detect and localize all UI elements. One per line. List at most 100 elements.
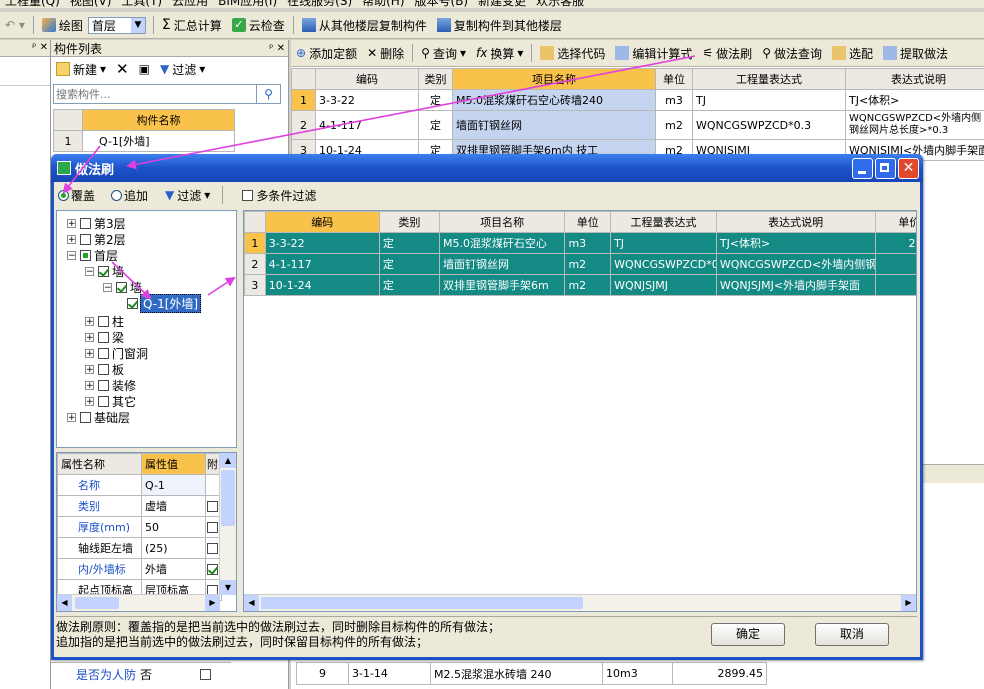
- expand-icon[interactable]: +: [85, 332, 94, 342]
- prop-checkbox[interactable]: [207, 522, 218, 533]
- tree-item-floor1[interactable]: − 首层: [67, 247, 236, 263]
- undo-button[interactable]: ↶ ▾: [0, 15, 30, 35]
- floor-select[interactable]: 首层 ▼: [87, 16, 146, 34]
- item-name-cell[interactable]: 墙面钉钢丝网: [438, 253, 566, 275]
- value-cell[interactable]: 2899.45: [672, 662, 767, 685]
- table-row[interactable]: 2 4-1-117 定 墙面钉钢丝网 m2 WQNCGSWPZCD*0.3 WQ…: [244, 253, 916, 275]
- code-cell[interactable]: 4-1-117: [264, 253, 380, 275]
- type-cell[interactable]: 定: [378, 274, 440, 296]
- item-name-cell[interactable]: M2.5混浆混水砖墙 240: [430, 662, 603, 685]
- table-row[interactable]: 名称 Q-1: [57, 474, 222, 496]
- expr-cell[interactable]: TJ: [610, 232, 717, 254]
- unit-cell[interactable]: m2: [564, 253, 612, 275]
- pin-close-icon[interactable]: ᵖ ✕: [269, 43, 285, 54]
- prop-checkbox[interactable]: [207, 564, 218, 575]
- search-icon[interactable]: ⚲: [257, 84, 281, 104]
- expand-icon[interactable]: +: [67, 412, 76, 422]
- menu-new-change[interactable]: 新建变更: [473, 0, 531, 8]
- expr-cell[interactable]: TJ: [692, 89, 846, 111]
- expand-icon[interactable]: +: [67, 234, 76, 244]
- brush-query-button[interactable]: ⚲ 做法查询: [757, 43, 827, 63]
- edit-formula-button[interactable]: 编辑计算式: [610, 43, 697, 63]
- expand-icon[interactable]: +: [85, 364, 94, 374]
- menu-online[interactable]: 在线服务(S): [282, 0, 357, 8]
- item-name-cell[interactable]: 双排里钢管脚手架6m: [438, 274, 566, 296]
- expand-icon[interactable]: +: [85, 316, 94, 326]
- table-row[interactable]: 1 3-3-22 定 M5.0混浆煤矸石空心 m3 TJ TJ<体积> 2584…: [244, 232, 916, 254]
- tree-checkbox[interactable]: [98, 265, 109, 277]
- expr-cell[interactable]: WQNCGSWPZCD*0.3: [610, 253, 717, 275]
- tree-item-floor2[interactable]: + 第2层: [67, 231, 236, 247]
- tree-checkbox[interactable]: [80, 217, 91, 229]
- sum-calc-button[interactable]: Σ 汇总计算: [157, 15, 227, 35]
- property-vscrollbar[interactable]: ▲ ▼: [219, 453, 236, 595]
- close-button[interactable]: ✕: [898, 158, 919, 179]
- scroll-up-icon[interactable]: ▲: [220, 453, 236, 468]
- tree-checkbox[interactable]: [127, 297, 138, 309]
- menu-view[interactable]: 视图(V): [65, 0, 117, 8]
- tree-item-opening[interactable]: + 门窗洞: [67, 345, 236, 361]
- add-quota-button[interactable]: ⊕ 添加定额: [291, 43, 362, 63]
- code-cell[interactable]: 3-3-22: [315, 89, 419, 111]
- copy-component-icon[interactable]: ▣: [134, 59, 155, 79]
- prop-value[interactable]: 外墙: [141, 558, 206, 580]
- copy-to-floor-button[interactable]: 复制构件到其他楼层: [432, 15, 567, 35]
- table-row[interactable]: 2 4-1-117 定 墙面钉钢丝网 m2 WQNCGSWPZCD*0.3 WQ…: [291, 110, 984, 140]
- desc-cell[interactable]: WQNJSJMJ<外墙内脚手架面: [715, 274, 876, 296]
- prop-value[interactable]: (25): [141, 537, 206, 559]
- type-cell[interactable]: 定: [378, 232, 440, 254]
- menu-cloud[interactable]: 云应用: [167, 0, 213, 8]
- property-hscrollbar[interactable]: ◀ ▶: [57, 594, 220, 611]
- unit-cell[interactable]: m3: [564, 232, 612, 254]
- dialog-title-bar[interactable]: 做法刷 ✕: [51, 154, 923, 182]
- menu-service[interactable]: 欢乐客服: [531, 0, 589, 8]
- component-search-input[interactable]: [53, 84, 257, 104]
- price-cell[interactable]: 5: [874, 274, 916, 296]
- unit-cell[interactable]: m2: [564, 274, 612, 296]
- scroll-thumb[interactable]: [75, 597, 119, 609]
- tree-checkbox[interactable]: [98, 315, 109, 327]
- expand-icon[interactable]: +: [85, 396, 94, 406]
- type-cell[interactable]: 定: [378, 253, 440, 275]
- prop-checkbox[interactable]: [207, 501, 218, 512]
- tree-item-component[interactable]: Q-1[外墙]: [67, 293, 236, 313]
- tree-item-beam[interactable]: + 梁: [67, 329, 236, 345]
- tree-item-other[interactable]: + 其它: [67, 393, 236, 409]
- maximize-button[interactable]: [875, 158, 896, 179]
- minimize-button[interactable]: [852, 158, 873, 179]
- scroll-right-icon[interactable]: ▶: [205, 595, 220, 611]
- bottom-property-checkbox[interactable]: [200, 668, 211, 680]
- multi-filter-checkbox[interactable]: 多条件过滤: [242, 187, 316, 204]
- dialog-grid-hscrollbar[interactable]: ◀ ▶: [244, 594, 916, 611]
- cancel-button[interactable]: 取消: [815, 623, 889, 646]
- code-cell[interactable]: 3-1-14: [348, 662, 431, 685]
- query-button[interactable]: ⚲ 查询 ▾: [416, 43, 471, 63]
- ok-button[interactable]: 确定: [711, 623, 785, 646]
- price-cell[interactable]: 2584.: [874, 232, 916, 254]
- filter-button[interactable]: ▼ 过滤 ▾: [155, 59, 210, 79]
- bottom-property-value[interactable]: 否: [140, 666, 200, 683]
- expand-icon[interactable]: +: [85, 348, 94, 358]
- table-row[interactable]: 1 3-3-22 定 M5.0混浆煤矸石空心砖墙240 m3 TJ TJ<体积>: [291, 89, 984, 111]
- append-radio[interactable]: 追加: [111, 187, 148, 204]
- prop-value[interactable]: Q-1: [141, 474, 206, 496]
- collapse-icon[interactable]: −: [103, 282, 112, 292]
- code-cell[interactable]: 4-1-117: [315, 110, 419, 140]
- tree-item-floor3[interactable]: + 第3层: [67, 215, 236, 231]
- desc-cell[interactable]: WQNCGSWPZCD<外墙内侧钢丝: [715, 253, 876, 275]
- desc-cell[interactable]: WQNCGSWPZCD<外墙内侧钢丝网片总长度>*0.3: [845, 110, 984, 140]
- item-name-cell[interactable]: M5.0混浆煤矸石空心: [438, 232, 566, 254]
- menu-quantity[interactable]: 工程量(Q): [0, 0, 65, 8]
- collapse-icon[interactable]: −: [85, 266, 94, 276]
- item-name-cell[interactable]: 墙面钉钢丝网: [452, 110, 656, 140]
- scroll-thumb[interactable]: [261, 597, 583, 609]
- brush-button[interactable]: ⚟ 做法刷: [697, 43, 757, 63]
- tree-checkbox[interactable]: [98, 347, 109, 359]
- chevron-down-icon[interactable]: ▼: [130, 17, 145, 33]
- extract-button[interactable]: 提取做法: [878, 43, 953, 63]
- copy-from-floor-button[interactable]: 从其他楼层复制构件: [297, 15, 432, 35]
- table-row[interactable]: 1 Q-1[外墙]: [53, 130, 235, 152]
- menu-version[interactable]: 版本号(B): [410, 0, 474, 8]
- scroll-left-icon[interactable]: ◀: [244, 595, 259, 611]
- tree-checkbox[interactable]: [80, 411, 91, 423]
